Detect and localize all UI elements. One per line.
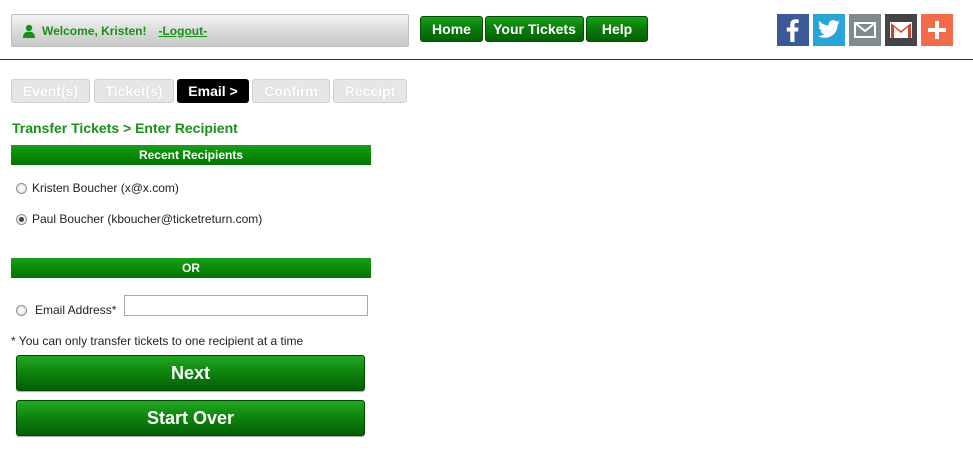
recipient-label-paul: Paul Boucher (kboucher@ticketreturn.com) [32, 212, 263, 226]
page-title: Transfer Tickets > Enter Recipient [12, 120, 238, 136]
recipient-label-kristen: Kristen Boucher (x@x.com) [32, 181, 179, 195]
step-events: Event(s) [11, 79, 90, 103]
email-icon[interactable] [849, 14, 881, 46]
share-plus-icon[interactable] [921, 14, 953, 46]
welcome-text: Welcome, Kristen! [42, 23, 147, 38]
home-button[interactable]: Home [420, 16, 483, 42]
start-over-button[interactable]: Start Over [16, 400, 365, 436]
recent-recipients-header: Recent Recipients [11, 145, 371, 165]
or-divider: OR [11, 258, 371, 278]
twitter-icon[interactable] [813, 14, 845, 46]
facebook-icon[interactable] [777, 14, 809, 46]
step-confirm: Confirm [252, 79, 330, 103]
email-address-input[interactable] [124, 295, 368, 316]
step-tickets: Ticket(s) [94, 79, 174, 103]
next-button[interactable]: Next [16, 355, 365, 391]
help-button[interactable]: Help [586, 16, 648, 42]
logout-link[interactable]: -Logout- [158, 24, 207, 38]
recipient-radio-kristen[interactable] [16, 183, 27, 194]
email-address-label: Email Address* [35, 303, 117, 317]
gmail-icon[interactable] [885, 14, 917, 46]
email-address-radio[interactable] [16, 305, 27, 316]
user-icon [23, 24, 35, 38]
header-divider [0, 59, 973, 60]
your-tickets-button[interactable]: Your Tickets [485, 16, 584, 42]
step-receipt: Receipt [333, 79, 407, 103]
recipient-radio-paul[interactable] [16, 214, 27, 225]
transfer-note: * You can only transfer tickets to one r… [11, 334, 304, 348]
welcome-bar: Welcome, Kristen! -Logout- [11, 14, 409, 47]
step-email: Email > [177, 79, 249, 103]
